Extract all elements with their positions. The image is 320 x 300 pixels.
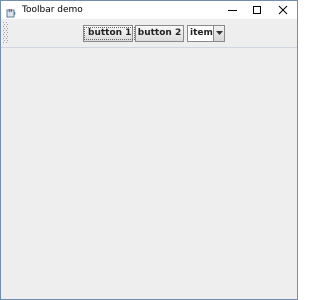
- java-app-icon: [6, 4, 17, 18]
- button-2[interactable]: button 2: [135, 25, 184, 42]
- close-button[interactable]: [269, 1, 297, 19]
- chevron-down-icon: [216, 31, 223, 35]
- maximize-button[interactable]: [243, 1, 271, 19]
- content-area: [1, 48, 297, 299]
- button-2-label: button 2: [137, 28, 182, 38]
- toolbar: button 1 button 2 item 1: [1, 19, 297, 48]
- button-1[interactable]: button 1: [83, 25, 136, 42]
- window-title: Toolbar demo: [22, 5, 83, 15]
- item-combo-box[interactable]: item 1: [187, 25, 225, 42]
- combo-dropdown-button[interactable]: [213, 26, 224, 41]
- close-icon: [278, 5, 288, 15]
- app-window: Toolbar demo button 1 button 2 item 1: [0, 0, 298, 300]
- toolbar-grip-icon[interactable]: [2, 21, 10, 45]
- button-1-label: button 1: [84, 27, 136, 40]
- maximize-icon: [253, 6, 261, 14]
- title-bar[interactable]: Toolbar demo: [1, 1, 297, 19]
